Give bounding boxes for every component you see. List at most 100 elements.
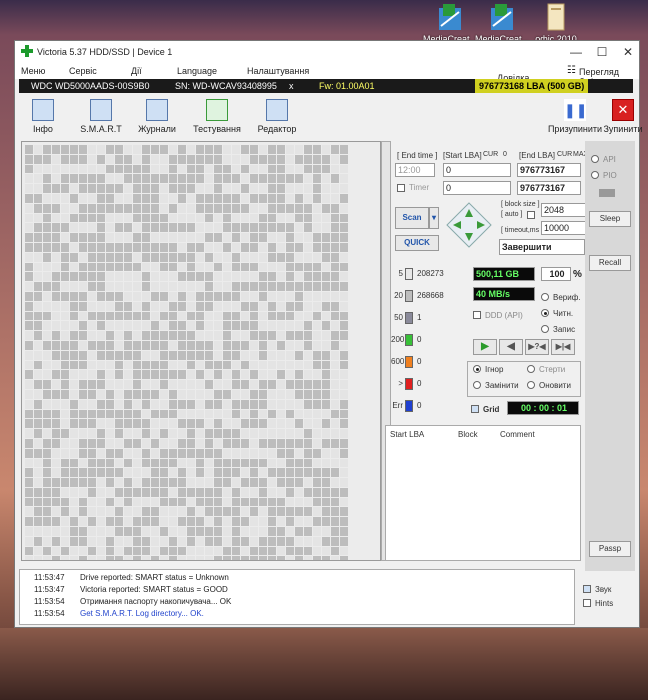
grid-cell xyxy=(115,458,123,468)
grid-cell xyxy=(322,223,330,233)
block-size-select[interactable]: 2048 xyxy=(541,203,587,217)
close-button[interactable]: ✕ xyxy=(615,43,641,61)
grid-cell xyxy=(331,203,339,213)
grid-cell xyxy=(106,203,114,213)
grid-cell xyxy=(331,517,339,527)
start-lba-field[interactable]: 0 xyxy=(443,163,511,177)
verify-radio[interactable] xyxy=(541,293,549,301)
menu-service[interactable]: Сервіс xyxy=(69,66,97,76)
sound-checkbox[interactable] xyxy=(583,585,591,593)
menu-settings[interactable]: Налаштування xyxy=(247,66,309,76)
desktop-icon-office-folder[interactable]: офіс 2010 xyxy=(528,0,584,44)
grid-cell xyxy=(187,242,195,252)
grid-cell xyxy=(52,409,60,419)
maximize-button[interactable]: ☐ xyxy=(589,43,615,61)
grid-cell xyxy=(196,350,204,360)
grid-cell xyxy=(52,429,60,438)
api-radio[interactable] xyxy=(591,155,599,163)
grid-cell xyxy=(259,340,267,350)
timer-checkbox[interactable] xyxy=(397,184,405,192)
smart-button[interactable]: S.M.A.R.T xyxy=(75,97,127,137)
scan-dropdown-icon[interactable]: ▾ xyxy=(429,207,439,229)
grid-cell xyxy=(178,487,186,497)
device-close-button[interactable]: x xyxy=(289,81,294,91)
desktop-icon-media-2[interactable]: MediaCreat... xyxy=(474,0,530,44)
grid-cell xyxy=(295,262,303,272)
grid-cell xyxy=(61,527,69,536)
grid-cell xyxy=(214,252,222,262)
menu-language[interactable]: Language xyxy=(177,66,217,76)
grid-checkbox[interactable] xyxy=(471,405,479,413)
grid-cell xyxy=(124,233,132,242)
quick-button[interactable]: QUICK xyxy=(395,235,439,251)
info-button[interactable]: Інфо xyxy=(17,97,69,137)
grid-cell xyxy=(340,468,348,478)
desktop-icon-media-1[interactable]: MediaCreat... xyxy=(422,0,478,44)
play-icon[interactable]: ▶ xyxy=(473,339,497,355)
grid-cell xyxy=(304,556,312,560)
grid-cell xyxy=(52,291,60,301)
grid-cell xyxy=(124,478,132,487)
end-lba-field-2[interactable]: 976773167 xyxy=(517,181,581,195)
grid-cell xyxy=(124,438,132,448)
menu-actions[interactable]: Дії xyxy=(131,66,142,76)
timeout-select[interactable]: 10000 xyxy=(541,221,587,235)
hints-checkbox[interactable] xyxy=(583,599,591,607)
pio-radio[interactable] xyxy=(591,171,599,179)
grid-cell xyxy=(169,360,177,370)
event-log[interactable]: 11:53:47 Drive reported: SMART status = U… xyxy=(19,569,575,625)
menu-main[interactable]: Меню xyxy=(21,66,45,76)
refresh-radio[interactable] xyxy=(527,381,535,389)
grid-cell xyxy=(286,233,294,242)
title-bar[interactable]: Victoria 5.37 HDD/SSD | Device 1 — ☐ ✕ xyxy=(15,41,639,63)
timer-field[interactable]: 0 xyxy=(443,181,511,195)
grid-cell xyxy=(268,174,276,184)
stop-button[interactable]: ✕ Зупинити xyxy=(601,97,645,137)
grid-cell xyxy=(115,507,123,517)
auto-checkbox[interactable] xyxy=(527,211,535,219)
recall-button[interactable]: Recall xyxy=(589,255,631,271)
grid-cell xyxy=(34,546,42,556)
scan-button[interactable]: Scan xyxy=(395,207,429,229)
grid-cell xyxy=(124,193,132,203)
grid-cell xyxy=(313,164,321,174)
grid-cell xyxy=(25,340,33,350)
grid-cell xyxy=(133,233,141,242)
editor-button[interactable]: Редактор xyxy=(251,97,303,137)
grid-cell xyxy=(205,468,213,478)
grid-cell xyxy=(142,478,150,487)
grid-cell xyxy=(322,154,330,164)
end-icon[interactable]: ▶|◀ xyxy=(551,339,575,355)
skip-icon[interactable]: ▶?◀ xyxy=(525,339,549,355)
action-select[interactable]: Завершити xyxy=(499,239,585,255)
minimize-button[interactable]: — xyxy=(563,43,589,61)
grid-cell xyxy=(187,184,195,193)
passp-button[interactable]: Passp xyxy=(589,541,631,557)
grid-cell xyxy=(232,438,240,448)
ddd-checkbox[interactable] xyxy=(473,311,481,319)
grid-cell xyxy=(304,527,312,536)
remap-radio[interactable] xyxy=(473,381,481,389)
erase-radio[interactable] xyxy=(527,365,535,373)
grid-cell xyxy=(304,399,312,409)
bad-blocks-table[interactable]: Start LBA Block Comment xyxy=(385,425,581,561)
ignore-radio[interactable] xyxy=(473,365,481,373)
direction-pad[interactable] xyxy=(445,201,493,249)
journals-button[interactable]: Журнали xyxy=(131,97,183,137)
grid-cell xyxy=(169,497,177,507)
pause-button[interactable]: ❚❚ Призупинити xyxy=(545,97,605,137)
grid-cell xyxy=(142,370,150,380)
testing-button[interactable]: Тестування xyxy=(191,97,243,137)
end-lba-field[interactable]: 976773167 xyxy=(517,163,581,177)
end-time-field[interactable]: 12:00 xyxy=(395,163,435,177)
grid-cell xyxy=(304,331,312,340)
read-radio[interactable] xyxy=(541,309,549,317)
grid-cell xyxy=(241,478,249,487)
grid-cell xyxy=(169,311,177,321)
back-icon[interactable]: ◀ xyxy=(499,339,523,355)
sleep-button[interactable]: Sleep xyxy=(589,211,631,227)
grid-cell xyxy=(133,301,141,311)
grid-cell xyxy=(142,468,150,478)
write-radio[interactable] xyxy=(541,325,549,333)
grid-cell xyxy=(133,468,141,478)
